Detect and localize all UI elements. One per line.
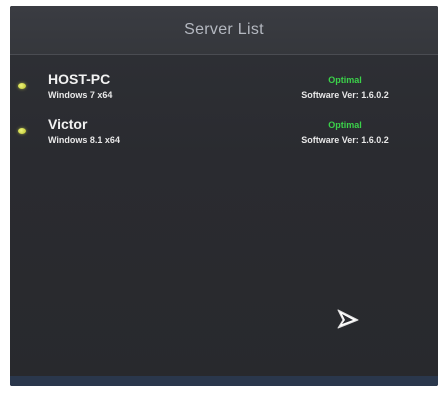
title-bar: Server List [10,6,438,55]
server-item-victor[interactable]: Victor Windows 8.1 x64 Optimal Software … [10,115,438,155]
server-name: Victor [48,116,88,132]
server-name: HOST-PC [48,71,111,87]
server-status: Optimal [328,75,362,85]
status-dot-icon [18,128,26,134]
window-title: Server List [184,21,264,38]
server-version: Software Ver: 1.6.0.2 [301,135,389,145]
server-status: Optimal [328,120,362,130]
status-dot-icon [18,83,26,89]
mouse-pointer-icon [337,309,359,329]
server-os: Windows 8.1 x64 [48,135,120,145]
server-os: Windows 7 x64 [48,90,113,100]
server-version: Software Ver: 1.6.0.2 [301,90,389,100]
server-list-window: Server List HOST-PC Windows 7 x64 Optima… [10,6,438,386]
bottom-edge [10,376,438,386]
server-item-host-pc[interactable]: HOST-PC Windows 7 x64 Optimal Software V… [10,70,438,110]
